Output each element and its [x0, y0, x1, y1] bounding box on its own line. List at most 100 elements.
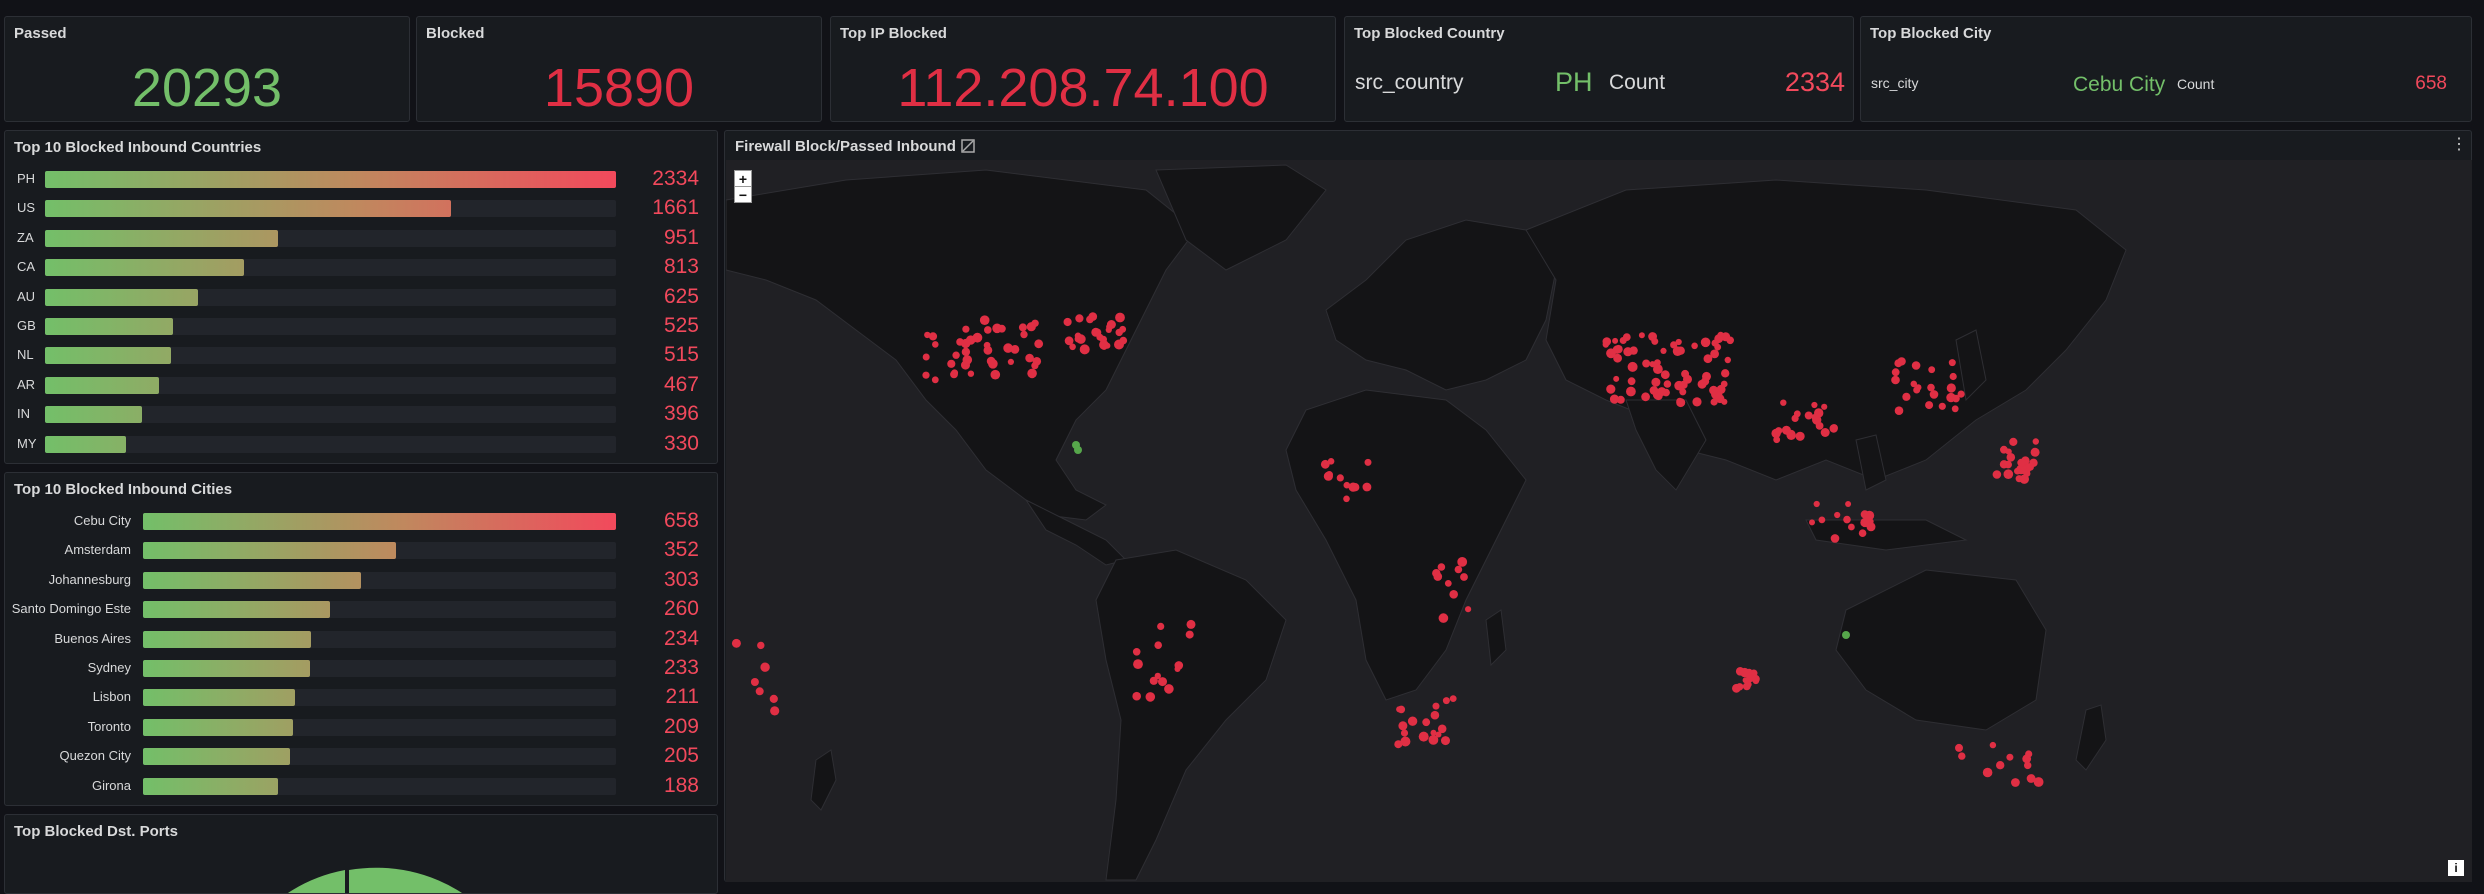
- blocked-marker[interactable]: [1115, 312, 1125, 323]
- blocked-marker[interactable]: [1786, 430, 1796, 440]
- blocked-marker[interactable]: [1422, 718, 1431, 727]
- blocked-marker[interactable]: [1437, 724, 1447, 734]
- blocked-marker[interactable]: [1858, 529, 1867, 537]
- blocked-marker[interactable]: [1441, 736, 1450, 746]
- blocked-marker[interactable]: [1442, 697, 1450, 705]
- blocked-marker[interactable]: [1034, 339, 1044, 349]
- blocked-marker[interactable]: [1894, 359, 1903, 368]
- blocked-marker[interactable]: [983, 345, 993, 355]
- blocked-marker[interactable]: [992, 323, 1002, 334]
- blocked-marker[interactable]: [1654, 359, 1661, 367]
- blocked-marker[interactable]: [979, 315, 990, 325]
- blocked-marker[interactable]: [2009, 437, 2018, 446]
- blocked-marker[interactable]: [1721, 369, 1730, 378]
- blocked-marker[interactable]: [1186, 619, 1196, 629]
- blocked-marker[interactable]: [922, 353, 930, 361]
- blocked-marker[interactable]: [1663, 380, 1672, 388]
- blocked-marker[interactable]: [1031, 362, 1039, 370]
- blocked-marker[interactable]: [1911, 361, 1921, 370]
- blocked-marker[interactable]: [984, 326, 992, 334]
- blocked-marker[interactable]: [1606, 384, 1616, 394]
- blocked-marker[interactable]: [770, 706, 780, 716]
- blocked-marker[interactable]: [1780, 399, 1787, 406]
- blocked-marker[interactable]: [1925, 401, 1934, 410]
- blocked-marker[interactable]: [1027, 368, 1037, 379]
- blocked-marker[interactable]: [1327, 458, 1335, 465]
- blocked-marker[interactable]: [1364, 484, 1372, 492]
- blocked-marker[interactable]: [924, 331, 931, 339]
- blocked-marker[interactable]: [1740, 667, 1750, 678]
- blocked-marker[interactable]: [2025, 750, 2033, 758]
- blocked-marker[interactable]: [1726, 336, 1734, 345]
- blocked-marker[interactable]: [1679, 380, 1688, 389]
- blocked-marker[interactable]: [2030, 447, 2040, 457]
- blocked-marker[interactable]: [1119, 325, 1127, 333]
- blocked-marker[interactable]: [2024, 761, 2032, 770]
- blocked-marker[interactable]: [952, 351, 960, 359]
- blocked-marker[interactable]: [972, 332, 983, 343]
- blocked-marker[interactable]: [1692, 397, 1702, 407]
- blocked-marker[interactable]: [1432, 569, 1441, 578]
- blocked-marker[interactable]: [1457, 557, 1468, 567]
- blocked-marker[interactable]: [1069, 343, 1076, 351]
- blocked-marker[interactable]: [1609, 394, 1620, 404]
- blocked-marker[interactable]: [1843, 515, 1851, 524]
- blocked-marker[interactable]: [1676, 398, 1686, 408]
- blocked-marker[interactable]: [1613, 375, 1620, 382]
- blocked-marker[interactable]: [1948, 359, 1956, 367]
- blocked-marker[interactable]: [1018, 323, 1027, 332]
- blocked-marker[interactable]: [760, 662, 770, 672]
- blocked-marker[interactable]: [1946, 383, 1956, 393]
- zoom-out-button[interactable]: −: [734, 186, 752, 203]
- blocked-marker[interactable]: [1627, 361, 1638, 372]
- blocked-marker[interactable]: [1773, 436, 1781, 444]
- blocked-marker[interactable]: [947, 359, 956, 368]
- blocked-marker[interactable]: [2014, 467, 2021, 475]
- blocked-marker[interactable]: [1795, 431, 1805, 441]
- blocked-marker[interactable]: [1323, 471, 1333, 481]
- blocked-marker[interactable]: [1627, 377, 1636, 386]
- blocked-marker[interactable]: [1119, 336, 1128, 345]
- blocked-marker[interactable]: [1026, 322, 1036, 332]
- blocked-marker[interactable]: [1642, 359, 1651, 368]
- blocked-marker[interactable]: [932, 341, 939, 348]
- blocked-marker[interactable]: [990, 369, 1001, 380]
- blocked-marker[interactable]: [1720, 380, 1728, 388]
- blocked-marker[interactable]: [1626, 386, 1636, 397]
- passed-marker[interactable]: [1074, 446, 1082, 454]
- blocked-marker[interactable]: [2032, 438, 2040, 445]
- blocked-marker[interactable]: [1715, 391, 1723, 399]
- blocked-marker[interactable]: [1079, 344, 1090, 355]
- blocked-marker[interactable]: [967, 370, 975, 377]
- blocked-marker[interactable]: [1133, 659, 1143, 669]
- blocked-marker[interactable]: [1438, 613, 1449, 623]
- blocked-marker[interactable]: [1864, 510, 1875, 521]
- blocked-marker[interactable]: [1437, 563, 1446, 571]
- blocked-marker[interactable]: [1691, 342, 1698, 350]
- blocked-marker[interactable]: [1612, 337, 1619, 344]
- blocked-marker[interactable]: [1432, 702, 1440, 710]
- blocked-marker[interactable]: [961, 347, 971, 357]
- blocked-marker[interactable]: [1154, 672, 1161, 680]
- map-info-button[interactable]: i: [2448, 860, 2464, 876]
- blocked-marker[interactable]: [1649, 386, 1659, 395]
- blocked-marker[interactable]: [769, 694, 778, 704]
- blocked-marker[interactable]: [2033, 777, 2044, 787]
- blocked-marker[interactable]: [1820, 428, 1830, 437]
- blocked-marker[interactable]: [1454, 565, 1463, 574]
- blocked-marker[interactable]: [1088, 312, 1098, 321]
- blocked-marker[interactable]: [1364, 458, 1372, 466]
- blocked-marker[interactable]: [1638, 332, 1645, 339]
- blocked-marker[interactable]: [951, 369, 959, 377]
- blocked-marker[interactable]: [1348, 482, 1358, 492]
- blocked-marker[interactable]: [1791, 414, 1799, 422]
- blocked-marker[interactable]: [1449, 695, 1457, 702]
- blocked-marker[interactable]: [732, 639, 741, 648]
- blocked-marker[interactable]: [1958, 752, 1966, 760]
- blocked-marker[interactable]: [2011, 778, 2020, 787]
- blocked-marker[interactable]: [1606, 348, 1616, 359]
- blocked-marker[interactable]: [1702, 371, 1711, 381]
- blocked-marker[interactable]: [1992, 470, 2002, 479]
- blocked-marker[interactable]: [922, 371, 930, 379]
- blocked-marker[interactable]: [1732, 683, 1741, 693]
